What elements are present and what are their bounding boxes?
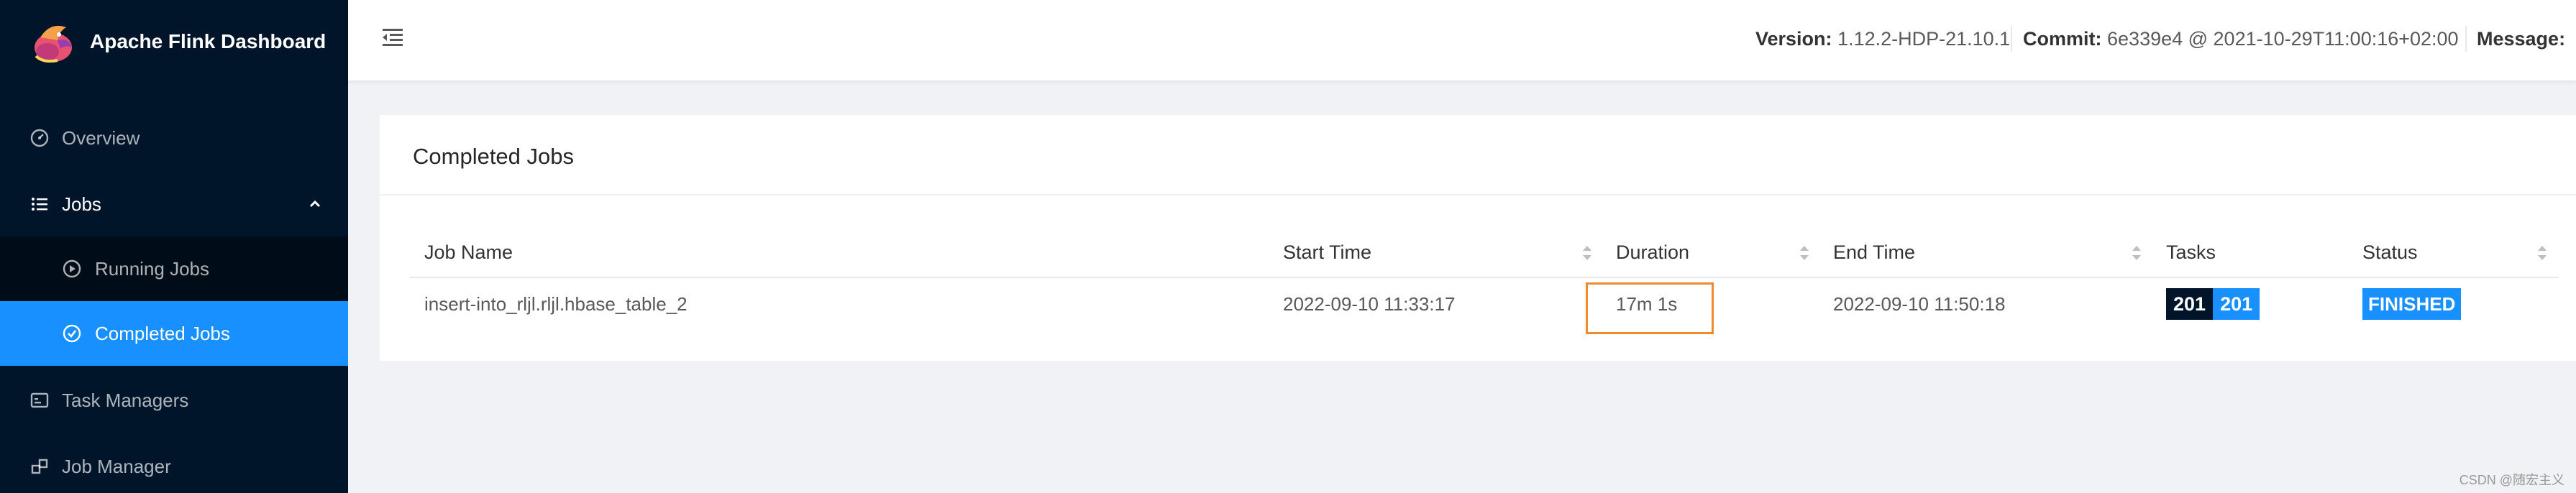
- message-label: Message:: [2477, 28, 2566, 50]
- column-header-tasks: Tasks: [2166, 241, 2216, 263]
- end-time-cell: 2022-09-10 11:50:18: [1833, 293, 2006, 315]
- column-header-start-time[interactable]: Start Time: [1283, 240, 1371, 264]
- sidebar-item-label: Completed Jobs: [95, 323, 230, 344]
- column-header-status[interactable]: Status: [2362, 240, 2418, 264]
- watermark: CSDN @随宏主义: [2459, 473, 2564, 487]
- card-title: Completed Jobs: [413, 144, 575, 169]
- build-icon: [29, 456, 50, 477]
- divider: [2465, 26, 2467, 52]
- menu-fold-icon[interactable]: [380, 24, 406, 50]
- sidebar-item-label: Jobs: [62, 193, 101, 215]
- tasks-finished-badge: 201: [2213, 288, 2260, 320]
- divider: [2011, 26, 2012, 52]
- sidebar-item-running-jobs[interactable]: Running Jobs: [0, 236, 348, 301]
- commit-value: 6e339e4 @ 2021-10-29T11:00:16+02:00: [2107, 28, 2459, 50]
- list-icon: [29, 193, 50, 215]
- column-header-duration[interactable]: Duration: [1616, 240, 1689, 264]
- dashboard-icon: [29, 127, 50, 149]
- status-badge: FINISHED: [2362, 288, 2462, 320]
- sort-icon[interactable]: [2536, 241, 2549, 265]
- duration-cell: 17m 1s: [1616, 293, 1678, 315]
- tasks-cell: 201 201: [2166, 288, 2260, 320]
- sort-icon[interactable]: [2130, 241, 2143, 265]
- column-header-end-time[interactable]: End Time: [1833, 240, 1915, 264]
- sidebar-item-jobs[interactable]: Jobs: [0, 172, 348, 236]
- sidebar-item-label: Running Jobs: [95, 258, 209, 280]
- sidebar-item-label: Task Managers: [62, 390, 189, 411]
- sidebar-item-task-managers[interactable]: Task Managers: [0, 368, 348, 433]
- tasks-total-badge: 201: [2166, 288, 2214, 320]
- sidebar-item-completed-jobs[interactable]: Completed Jobs: [0, 301, 348, 366]
- sidebar-item-job-manager[interactable]: Job Manager: [0, 434, 348, 493]
- commit-info: Commit: 6e339e4 @ 2021-10-29T11:00:16+02…: [2023, 27, 2459, 50]
- job-name-cell[interactable]: insert-into_rljl.rljl.hbase_table_2: [424, 292, 688, 316]
- sidebar-item-label: Overview: [62, 127, 140, 149]
- check-circle-icon: [61, 323, 83, 344]
- table-header-divider: [410, 277, 2559, 278]
- column-header-job-name[interactable]: Job Name: [424, 240, 513, 264]
- commit-label: Commit:: [2023, 28, 2102, 50]
- message-info: Message:: [2477, 27, 2565, 50]
- divider: [380, 194, 2576, 195]
- schedule-icon: [29, 390, 50, 411]
- sidebar: Apache Flink Dashboard Overview Jobs Run…: [0, 0, 348, 493]
- play-circle-icon: [61, 258, 83, 280]
- version-value: 1.12.2-HDP-21.10.1: [1837, 28, 2011, 50]
- flink-logo: [35, 25, 72, 63]
- start-time-cell: 2022-09-10 11:33:17: [1283, 293, 1456, 315]
- brand[interactable]: Apache Flink Dashboard: [0, 0, 348, 86]
- top-header: Version: 1.12.2-HDP-21.10.1 Commit: 6e33…: [348, 0, 2576, 80]
- version-info: Version: 1.12.2-HDP-21.10.1: [1755, 27, 2010, 50]
- sidebar-item-label: Job Manager: [62, 456, 171, 477]
- sort-icon[interactable]: [1581, 241, 1594, 265]
- version-label: Version:: [1755, 28, 1832, 50]
- completed-jobs-card: Completed Jobs: [380, 115, 2576, 361]
- sidebar-item-overview[interactable]: Overview: [0, 106, 348, 170]
- chevron-up-icon: [309, 200, 321, 208]
- sort-icon[interactable]: [1798, 241, 1811, 265]
- app-title: Apache Flink Dashboard: [90, 30, 326, 52]
